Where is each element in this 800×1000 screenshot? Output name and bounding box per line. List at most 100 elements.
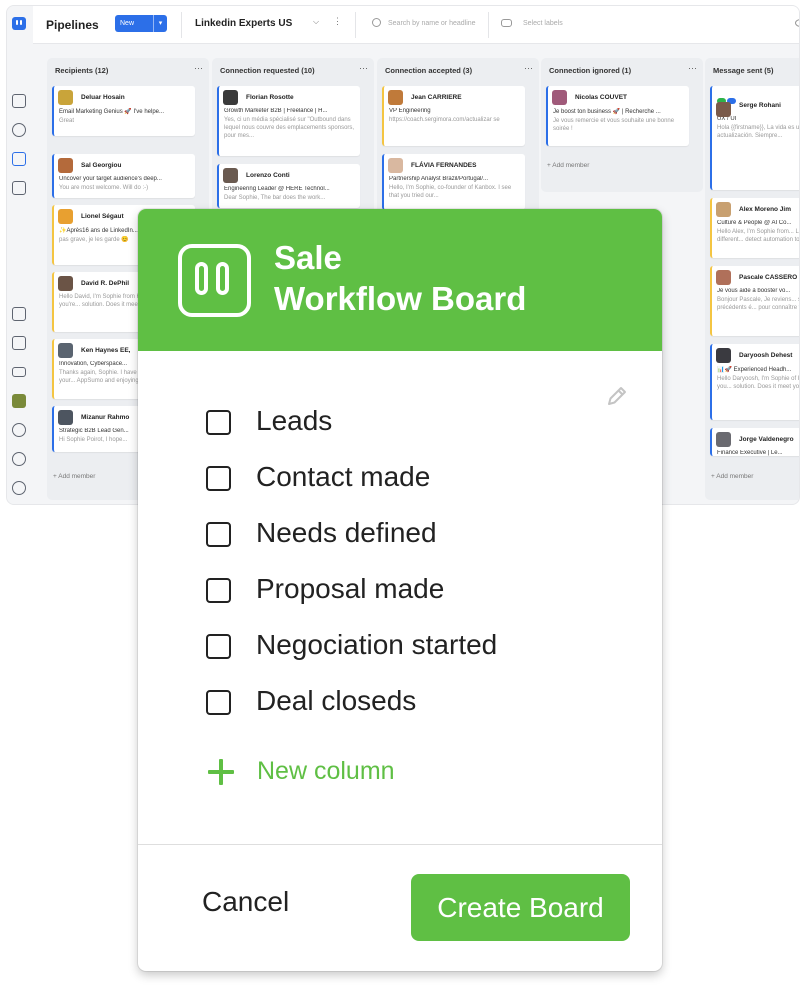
contact-name: Jean CARRIERE [411, 94, 462, 101]
contact-name: Florian Rosotte [246, 94, 294, 101]
contact-name: Nicolas COUVET [575, 94, 628, 101]
new-column-button[interactable]: New column [257, 757, 395, 786]
avatar [388, 158, 403, 173]
column-menu-icon[interactable]: ··· [688, 63, 697, 73]
checkbox[interactable] [206, 634, 231, 659]
search-input[interactable]: Search by name or headline [388, 20, 476, 27]
column-menu-icon[interactable]: ··· [194, 63, 203, 73]
column-option-label: Negociation started [256, 629, 498, 660]
divider [355, 12, 356, 38]
contact-name: Deluar Hosain [81, 94, 125, 101]
pipeline-column: Connection accepted (3) ··· Jean CARRIERE V… [377, 58, 539, 218]
eye-icon[interactable] [795, 19, 799, 27]
contact-name: Sal Georgiou [81, 162, 122, 169]
contact-card[interactable]: Serge Rohani UX / UI Hola {{firstname}}, L… [710, 86, 799, 190]
contact-headline: Engineering Leader @ HERE Technol... [224, 186, 330, 192]
board-chevron-icon[interactable]: ⌵ [313, 17, 319, 27]
contact-headline: Culture & People @ AI Co... [717, 220, 792, 226]
chevron-down-icon[interactable]: ▾ [153, 15, 167, 32]
page-title: Pipelines [46, 18, 99, 32]
last-message: You are most welcome. Will do :-) [59, 185, 149, 191]
target-icon[interactable] [12, 123, 26, 137]
new-label: New [120, 20, 135, 27]
contact-card[interactable]: Sal Georgiou Uncover your target audience… [52, 154, 195, 198]
user-avatar[interactable] [12, 394, 26, 408]
lock-icon[interactable] [12, 307, 26, 321]
avatar [58, 158, 73, 173]
column-option[interactable]: Negociation started [206, 626, 606, 666]
contact-card[interactable]: Nicolas COUVET Je boost ton business 🚀 | … [546, 86, 689, 146]
avatar [716, 202, 731, 217]
add-member-button[interactable]: + Add member [547, 162, 589, 169]
avatar [716, 102, 731, 117]
column-option[interactable]: Contact made [206, 458, 606, 498]
contact-headline: Partnership Analyst Brazil/Portugal/... [389, 176, 489, 182]
checkbox[interactable] [206, 522, 231, 547]
contact-card[interactable]: Jorge Valdenegro Finance Executive | Le..… [710, 428, 799, 456]
column-option-label: Needs defined [256, 517, 437, 548]
pipelines-icon[interactable] [12, 152, 26, 166]
award-icon[interactable] [12, 423, 26, 437]
avatar [223, 90, 238, 105]
modal-title-line1: Sale [274, 239, 342, 276]
checkbox[interactable] [206, 578, 231, 603]
column-option[interactable]: Proposal made [206, 570, 606, 610]
checkbox[interactable] [206, 466, 231, 491]
avatar [58, 276, 73, 291]
pipeline-column: Connection ignored (1) ··· Nicolas COUVET J… [541, 58, 703, 192]
help-icon[interactable] [12, 452, 26, 466]
column-option[interactable]: Leads [206, 402, 606, 442]
contact-name: Daryoosh Dehest [739, 352, 793, 359]
divider [488, 12, 489, 38]
contact-card[interactable]: Pascale CASSERO Je vous aide à booster vo… [710, 266, 799, 336]
contact-card[interactable]: Deluar Hosain Email Marketing Genius 🚀 I'… [52, 86, 195, 136]
checkbox[interactable] [206, 690, 231, 715]
column-header: Recipients (12) [55, 66, 109, 75]
contact-headline: UX / UI [717, 116, 737, 122]
avatar [388, 90, 403, 105]
column-header: Connection ignored (1) [549, 66, 632, 75]
create-board-button[interactable]: Create Board [411, 874, 630, 941]
dark-mode-icon[interactable] [12, 481, 26, 495]
documents-icon[interactable] [12, 336, 26, 350]
contact-card[interactable]: Daryoosh Dehest 📊🚀 Experienced Headh... He… [710, 344, 799, 420]
column-header: Message sent (5) [713, 66, 774, 75]
column-option[interactable]: Needs defined [206, 514, 606, 554]
avatar [58, 90, 73, 105]
labels-select[interactable]: Select labels [523, 20, 563, 27]
contact-card[interactable]: FLÁVIA FERNANDES Partnership Analyst Braz… [382, 154, 525, 210]
add-member-button[interactable]: + Add member [711, 473, 753, 480]
contact-name: FLÁVIA FERNANDES [411, 162, 477, 169]
new-button[interactable]: New ▾ [115, 15, 167, 32]
search-icon [372, 18, 381, 27]
contact-name: Lorenzo Conti [246, 172, 290, 179]
plus-icon[interactable] [206, 757, 236, 787]
lists-icon[interactable] [12, 181, 26, 195]
column-menu-icon[interactable]: ··· [524, 63, 533, 73]
column-header: Connection requested (10) [220, 66, 315, 75]
contact-card[interactable]: Lorenzo Conti Engineering Leader @ HERE T… [217, 164, 360, 208]
contact-headline: Uncover your target audience's deep... [59, 176, 162, 182]
avatar [716, 432, 731, 447]
board-selector[interactable]: Linkedin Experts US [195, 18, 292, 29]
column-menu-icon[interactable]: ··· [359, 63, 368, 73]
last-message: Hello Alex, I'm Sophie from... LinkedIn … [717, 229, 800, 243]
contact-card[interactable]: Florian Rosotte Growth Marketer B2B | Fre… [217, 86, 360, 156]
edit-pencil-icon[interactable] [604, 383, 630, 409]
label-icon [501, 19, 512, 27]
column-header: Connection accepted (3) [385, 66, 473, 75]
label-chips [717, 91, 799, 104]
card-icon[interactable] [12, 367, 26, 377]
add-member-button[interactable]: + Add member [53, 473, 95, 480]
last-message: Hello, I'm Sophie, co-founder of Kanbox.… [389, 185, 512, 199]
contact-card[interactable]: Jean CARRIERE VP Engineering https://coach… [382, 86, 525, 146]
side-rail [7, 6, 33, 504]
column-option[interactable]: Deal closeds [206, 682, 606, 722]
column-option-label: Proposal made [256, 573, 445, 604]
checkbox[interactable] [206, 410, 231, 435]
cancel-button[interactable]: Cancel [202, 886, 289, 918]
kanbox-logo-icon[interactable] [12, 17, 26, 30]
messages-icon[interactable] [12, 94, 26, 108]
contact-card[interactable]: Alex Moreno Jim Culture & People @ AI Co.… [710, 198, 800, 258]
more-icon[interactable]: ⋮ [333, 16, 342, 27]
